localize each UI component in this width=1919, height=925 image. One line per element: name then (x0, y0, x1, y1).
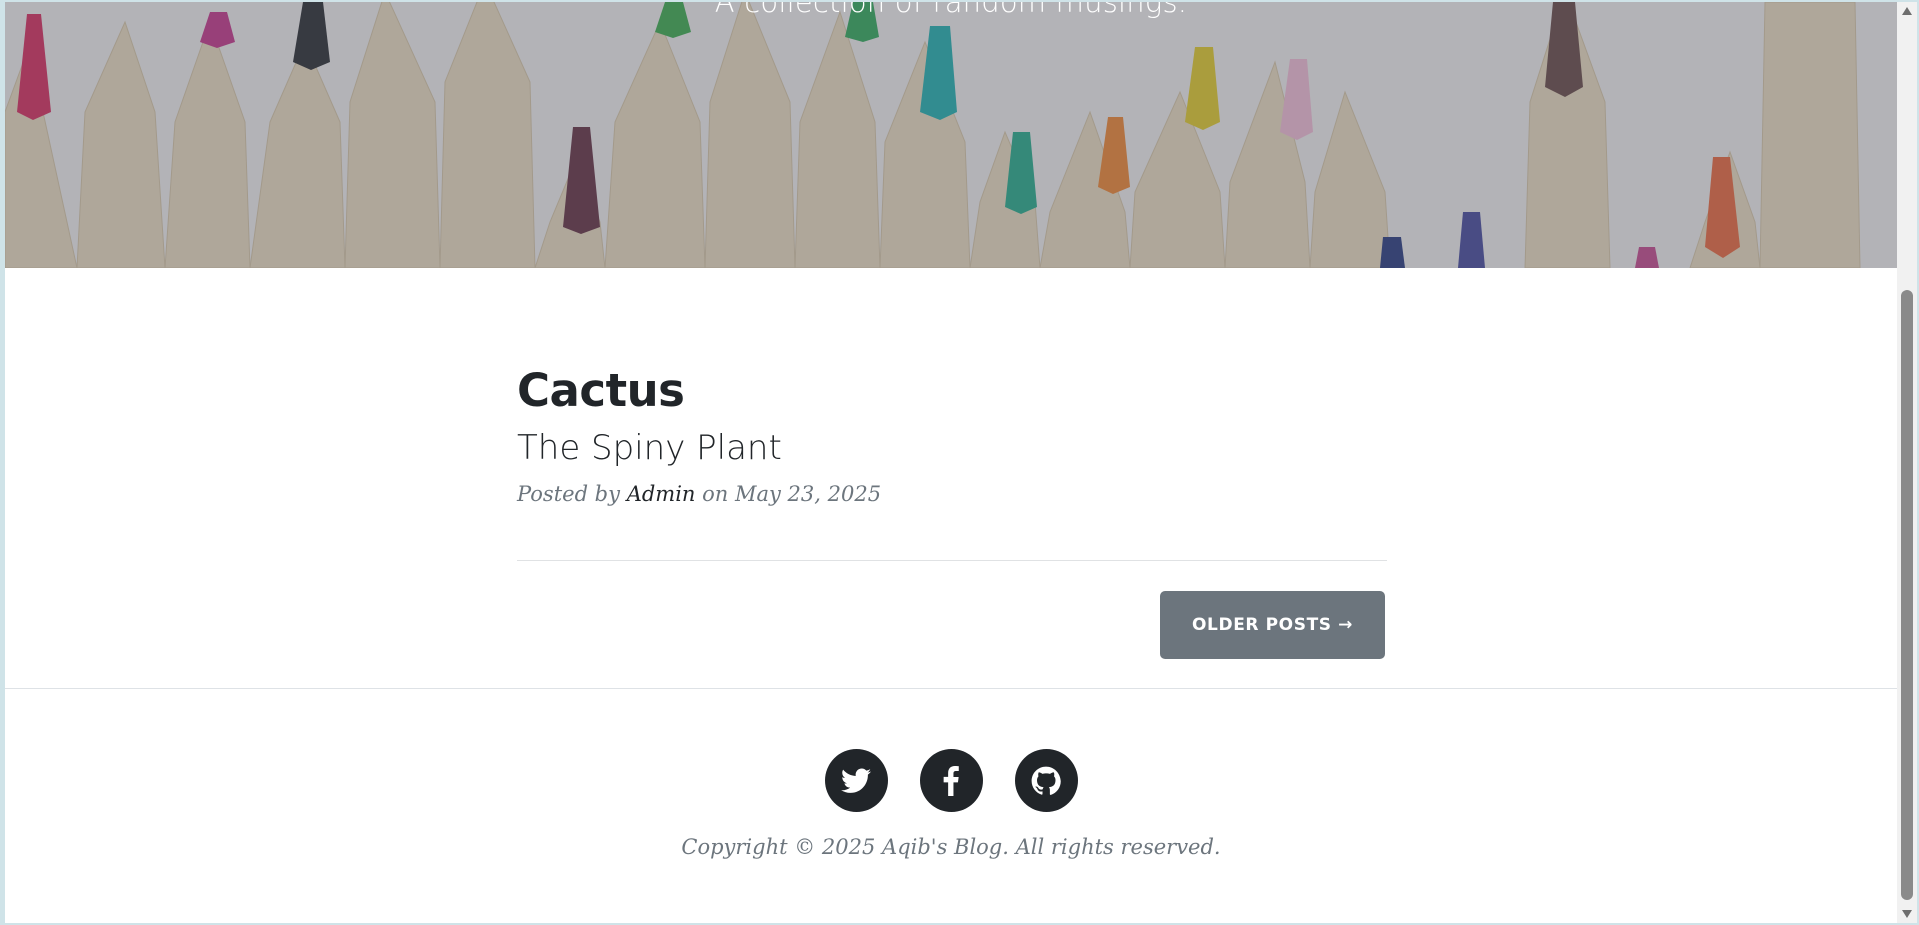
vertical-scrollbar[interactable] (1897, 2, 1917, 923)
twitter-link[interactable] (824, 749, 888, 812)
facebook-icon (943, 765, 959, 796)
post-preview[interactable]: Cactus The Spiny Plant Posted by Admin o… (517, 362, 1387, 506)
masthead: A collection of random musings. (5, 2, 1897, 268)
post-subtitle[interactable]: The Spiny Plant (517, 422, 1387, 474)
github-icon (1031, 766, 1061, 795)
footer-divider (5, 688, 1897, 689)
masthead-overlay (5, 2, 1897, 268)
copyright-text: Copyright © 2025 Aqib's Blog. All rights… (681, 835, 1221, 859)
page-viewport: A collection of random musings. Cactus T… (5, 2, 1897, 923)
facebook-link[interactable] (919, 749, 983, 812)
scroll-up-arrow-icon[interactable] (1902, 7, 1912, 15)
post-meta-prefix: Posted by (517, 482, 620, 506)
scroll-down-arrow-icon[interactable] (1902, 910, 1912, 918)
github-link[interactable] (1014, 749, 1078, 812)
scrollbar-thumb[interactable] (1901, 290, 1913, 900)
older-posts-button[interactable]: OLDER POSTS → (1160, 591, 1385, 659)
post-meta-on: on (702, 482, 729, 506)
post-meta: Posted by Admin on May 23, 2025 (517, 482, 1387, 506)
post-divider (517, 560, 1387, 561)
post-title[interactable]: Cactus (517, 362, 1387, 420)
post-date: May 23, 2025 (735, 482, 882, 506)
twitter-icon (841, 768, 871, 793)
site-subheading: A collection of random musings. (714, 2, 1188, 19)
post-author-link[interactable]: Admin (627, 482, 696, 506)
social-links (5, 749, 1897, 812)
